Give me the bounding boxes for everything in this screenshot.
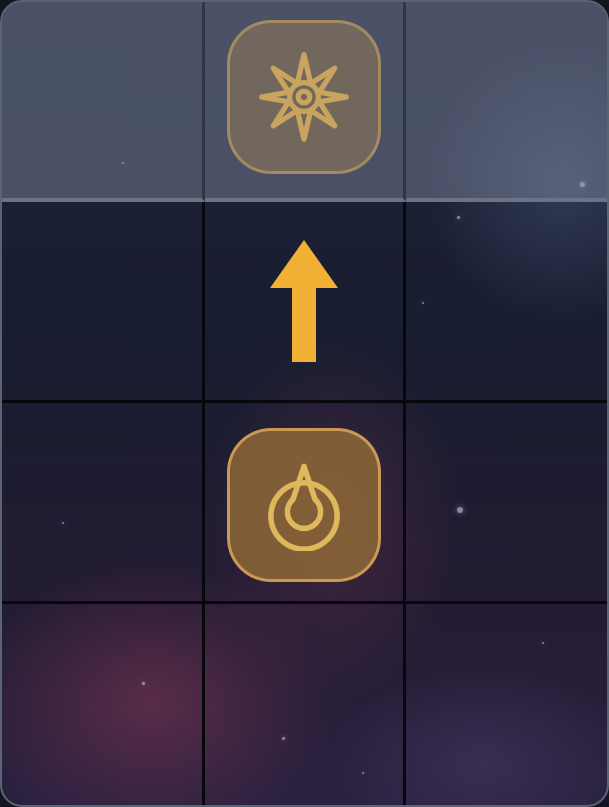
cell-r1-c2[interactable] <box>406 202 607 403</box>
player-tile[interactable] <box>227 428 381 582</box>
sun-emblem-icon <box>259 52 349 142</box>
cell-r2-c2[interactable] <box>406 403 607 604</box>
cell-r0-c0[interactable] <box>2 2 205 202</box>
game-board <box>0 0 609 807</box>
goal-tile[interactable] <box>227 20 381 174</box>
cell-r3-c0[interactable] <box>2 604 205 805</box>
flame-emblem-icon <box>268 463 340 551</box>
board-grid <box>2 2 607 805</box>
cell-r3-c2[interactable] <box>406 604 607 805</box>
cell-r3-c1[interactable] <box>205 604 406 805</box>
cell-r1-c1[interactable] <box>205 202 406 403</box>
cell-r2-c0[interactable] <box>2 403 205 604</box>
arrow-up-icon <box>270 240 338 362</box>
cell-r2-c1[interactable] <box>205 403 406 604</box>
cell-r1-c0[interactable] <box>2 202 205 403</box>
cell-r0-c2[interactable] <box>406 2 607 202</box>
cell-r0-c1[interactable] <box>205 2 406 202</box>
